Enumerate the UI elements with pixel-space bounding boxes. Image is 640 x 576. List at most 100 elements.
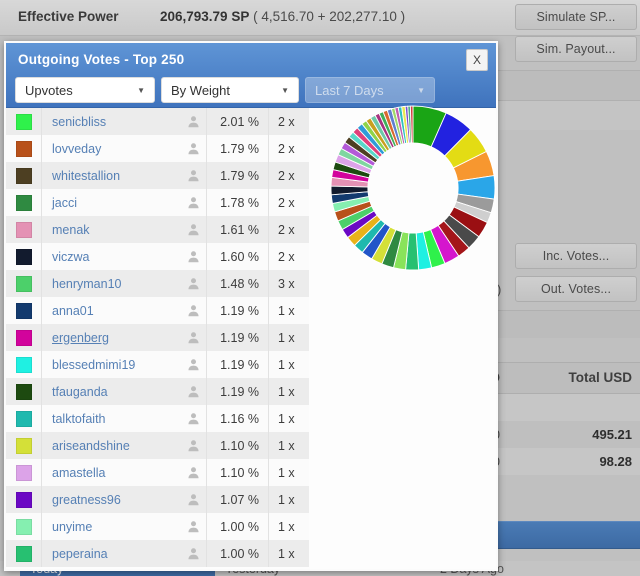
vote-percent: 1.10 % [207, 459, 269, 486]
vote-row[interactable]: lovveday 1.79 % 2 x [6, 135, 309, 162]
voter-name-link[interactable]: viczwa [42, 243, 181, 270]
effective-power-breakdown: ( 4,516.70 + 202,277.10 ) [253, 9, 406, 24]
vote-row[interactable]: unyime 1.00 % 1 x [6, 513, 309, 540]
vote-type-value: Upvotes [25, 82, 73, 98]
color-swatch [15, 545, 32, 562]
effective-power-label: Effective Power [18, 9, 119, 24]
voter-name-link[interactable]: senicbliss [42, 108, 181, 135]
incoming-votes-button[interactable]: Inc. Votes... [515, 243, 637, 269]
vote-row[interactable]: henryman10 1.48 % 3 x [6, 270, 309, 297]
voter-name-link[interactable]: greatness96 [42, 486, 181, 513]
color-swatch [15, 329, 32, 346]
user-icon[interactable] [181, 216, 207, 243]
color-swatch-cell [6, 162, 42, 189]
user-icon[interactable] [181, 108, 207, 135]
vote-type-select[interactable]: Upvotes ▼ [15, 77, 155, 103]
color-swatch-cell [6, 459, 42, 486]
vote-row[interactable]: greatness96 1.07 % 1 x [6, 486, 309, 513]
voter-name-link[interactable]: tfauganda [42, 378, 181, 405]
vote-row[interactable]: amastella 1.10 % 1 x [6, 459, 309, 486]
user-icon[interactable] [181, 135, 207, 162]
user-icon[interactable] [181, 405, 207, 432]
vote-count: 1 x [278, 303, 295, 318]
vote-count: 1 x [278, 492, 295, 507]
voter-name-link[interactable]: ergenberg [42, 324, 181, 351]
voter-name-link[interactable]: talktofaith [42, 405, 181, 432]
vote-row[interactable]: jacci 1.78 % 2 x [6, 189, 309, 216]
user-icon[interactable] [181, 459, 207, 486]
color-swatch-cell [6, 243, 42, 270]
vote-row[interactable]: ariseandshine 1.10 % 1 x [6, 432, 309, 459]
voter-name-link[interactable]: henryman10 [42, 270, 181, 297]
voter-name-link[interactable]: unyime [42, 513, 181, 540]
vote-count: 1 x [278, 546, 295, 561]
vote-percent: 1.79 % [207, 135, 269, 162]
user-icon[interactable] [181, 270, 207, 297]
cell-total-usd: 98.28 [599, 454, 632, 469]
vote-row[interactable]: peperaina 1.00 % 1 x [6, 540, 309, 567]
user-icon[interactable] [181, 297, 207, 324]
vote-row[interactable]: senicbliss 2.01 % 2 x [6, 108, 309, 135]
vote-list[interactable]: senicbliss 2.01 % 2 x lovveday 1.79 % 2 x whit… [6, 108, 309, 569]
voter-name-link[interactable]: menak [42, 216, 181, 243]
user-icon[interactable] [181, 243, 207, 270]
donut-chart-svg [330, 105, 496, 271]
color-swatch [15, 167, 32, 184]
color-swatch [15, 302, 32, 319]
cell-total-usd: 495.21 [592, 427, 632, 442]
user-icon[interactable] [181, 324, 207, 351]
vote-row[interactable]: blessedmimi19 1.19 % 1 x [6, 351, 309, 378]
user-icon[interactable] [181, 540, 207, 567]
voter-name-link[interactable]: peperaina [42, 540, 181, 567]
vote-count: 2 x [278, 114, 295, 129]
color-swatch-cell [6, 216, 42, 243]
voter-name-link[interactable]: ariseandshine [42, 432, 181, 459]
vote-percent: 2.01 % [207, 108, 269, 135]
vote-percent: 1.48 % [207, 270, 269, 297]
simulate-sp-button[interactable]: Simulate SP... [515, 4, 637, 30]
time-range-select: Last 7 Days ▼ [305, 77, 435, 103]
vote-row[interactable]: tfauganda 1.19 % 1 x [6, 378, 309, 405]
vote-row[interactable]: viczwa 1.60 % 2 x [6, 243, 309, 270]
color-swatch-cell [6, 108, 42, 135]
sort-order-select[interactable]: By Weight ▼ [161, 77, 299, 103]
user-icon[interactable] [181, 189, 207, 216]
vote-row[interactable]: anna01 1.19 % 1 x [6, 297, 309, 324]
color-swatch-cell [6, 351, 42, 378]
color-swatch-cell [6, 405, 42, 432]
sim-payout-button[interactable]: Sim. Payout... [515, 36, 637, 62]
vote-count: 3 x [278, 276, 295, 291]
voter-name-link[interactable]: anna01 [42, 297, 181, 324]
vote-count: 1 x [278, 411, 295, 426]
dialog-title: Outgoing Votes - Top 250 [18, 52, 185, 67]
voter-name-link[interactable]: blessedmimi19 [42, 351, 181, 378]
vote-count: 2 x [278, 249, 295, 264]
voter-name-link[interactable]: whitestallion [42, 162, 181, 189]
color-swatch-cell [6, 270, 42, 297]
color-swatch-cell [6, 297, 42, 324]
vote-row[interactable]: menak 1.61 % 2 x [6, 216, 309, 243]
vote-row[interactable]: whitestallion 1.79 % 2 x [6, 162, 309, 189]
chevron-down-icon: ▼ [417, 85, 425, 95]
outgoing-votes-button[interactable]: Out. Votes... [515, 276, 637, 302]
color-swatch-cell [6, 324, 42, 351]
user-icon[interactable] [181, 513, 207, 540]
user-icon[interactable] [181, 432, 207, 459]
user-icon[interactable] [181, 162, 207, 189]
user-icon[interactable] [181, 486, 207, 513]
close-icon[interactable]: X [466, 49, 488, 71]
sort-order-value: By Weight [171, 82, 231, 98]
voter-name-link[interactable]: amastella [42, 459, 181, 486]
vote-row[interactable]: ergenberg 1.19 % 1 x [6, 324, 309, 351]
voter-name-link[interactable]: lovveday [42, 135, 181, 162]
vote-percent: 1.19 % [207, 297, 269, 324]
vote-percent: 1.00 % [207, 513, 269, 540]
voter-name-link[interactable]: jacci [42, 189, 181, 216]
color-swatch [15, 140, 32, 157]
user-icon[interactable] [181, 351, 207, 378]
vote-percent: 1.19 % [207, 324, 269, 351]
vote-row[interactable]: talktofaith 1.16 % 1 x [6, 405, 309, 432]
vote-percent: 1.07 % [207, 486, 269, 513]
user-icon[interactable] [181, 378, 207, 405]
column-header-total-usd: Total USD [568, 370, 633, 385]
